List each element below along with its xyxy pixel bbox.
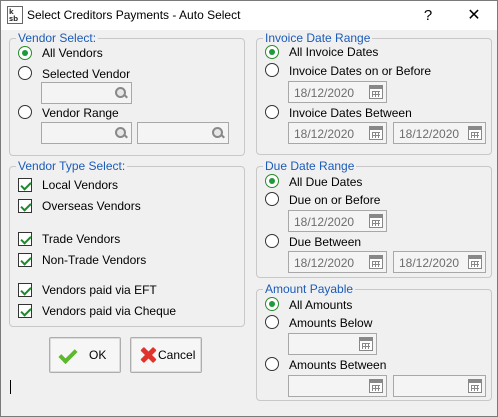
calendar-icon[interactable] [369, 255, 383, 269]
due-on-or-before-value: 18/12/2020 [294, 215, 355, 229]
amounts-below-field[interactable] [288, 333, 377, 355]
amounts-below-label: Amounts Below [289, 316, 373, 330]
due-on-or-before-radio[interactable] [265, 192, 279, 206]
invoice-between-label: Invoice Dates Between [289, 106, 412, 120]
amounts-below-radio[interactable] [265, 315, 279, 329]
due-between-from-value: 18/12/2020 [294, 256, 355, 270]
calendar-icon[interactable] [468, 255, 482, 269]
eft-vendors-checkbox[interactable] [18, 283, 32, 297]
calendar-icon[interactable] [369, 379, 383, 393]
all-amounts-radio[interactable] [265, 297, 279, 311]
magnifier-icon[interactable] [114, 86, 128, 100]
trade-vendors-checkbox[interactable] [18, 232, 32, 246]
due-between-to-date[interactable]: 18/12/2020 [393, 251, 486, 273]
selected-vendor-label: Selected Vendor [42, 67, 131, 81]
overseas-vendors-checkbox[interactable] [18, 199, 32, 213]
help-button[interactable]: ? [405, 1, 451, 30]
cheque-vendors-label: Vendors paid via Cheque [42, 304, 177, 318]
invoice-between-to-date[interactable]: 18/12/2020 [393, 122, 486, 144]
amount-payable-legend: Amount Payable [263, 282, 356, 296]
ok-button[interactable]: OK [49, 337, 121, 373]
invoice-between-radio[interactable] [265, 105, 279, 119]
invoice-on-or-before-radio[interactable] [265, 63, 279, 77]
amounts-between-label: Amounts Between [289, 358, 387, 372]
calendar-icon[interactable] [369, 214, 383, 228]
all-vendors-radio[interactable] [18, 46, 32, 60]
non-trade-vendors-label: Non-Trade Vendors [42, 253, 147, 267]
non-trade-vendors-checkbox[interactable] [18, 253, 32, 267]
calendar-icon[interactable] [369, 126, 383, 140]
vendor-range-to-field[interactable] [137, 122, 229, 144]
all-vendors-label: All Vendors [42, 46, 103, 60]
cross-icon [139, 346, 157, 364]
vendor-range-radio[interactable] [18, 105, 32, 119]
invoice-between-from-date[interactable]: 18/12/2020 [288, 122, 387, 144]
cancel-label: Cancel [158, 348, 196, 362]
all-amounts-label: All Amounts [289, 298, 353, 312]
invoice-on-or-before-label: Invoice Dates on or Before [289, 64, 432, 78]
vendor-range-from-field[interactable] [41, 122, 132, 144]
calendar-icon[interactable] [468, 379, 482, 393]
due-on-or-before-date[interactable]: 18/12/2020 [288, 210, 387, 232]
overseas-vendors-label: Overseas Vendors [42, 199, 141, 213]
calendar-icon[interactable] [359, 337, 373, 351]
local-vendors-checkbox[interactable] [18, 178, 32, 192]
selected-vendor-field[interactable] [41, 82, 132, 104]
invoice-date-legend: Invoice Date Range [263, 31, 373, 45]
calendar-icon[interactable] [369, 85, 383, 99]
due-date-legend: Due Date Range [263, 159, 357, 173]
invoice-between-from-value: 18/12/2020 [294, 127, 355, 141]
calendar-icon[interactable] [468, 126, 482, 140]
due-between-label: Due Between [289, 235, 362, 249]
amounts-between-radio[interactable] [265, 357, 279, 371]
invoice-on-or-before-date[interactable]: 18/12/2020 [288, 81, 387, 103]
vendor-select-legend: Vendor Select: [16, 31, 99, 45]
title-bar: k sb Select Creditors Payments - Auto Sel… [1, 1, 497, 30]
eft-vendors-label: Vendors paid via EFT [42, 283, 157, 297]
vendor-range-label: Vendor Range [42, 106, 119, 120]
due-between-radio[interactable] [265, 234, 279, 248]
local-vendors-label: Local Vendors [42, 178, 119, 192]
ok-label: OK [89, 348, 107, 362]
close-button[interactable]: ✕ [451, 1, 497, 30]
invoice-on-or-before-value: 18/12/2020 [294, 86, 355, 100]
trade-vendors-label: Trade Vendors [42, 232, 121, 246]
magnifier-icon[interactable] [211, 126, 225, 140]
vendor-type-legend: Vendor Type Select: [16, 159, 128, 173]
dialog-window: k sb Select Creditors Payments - Auto Sel… [0, 0, 498, 417]
amounts-between-to-field[interactable] [393, 375, 486, 397]
text-caret [10, 380, 11, 394]
amounts-between-from-field[interactable] [288, 375, 387, 397]
svg-text:sb: sb [9, 15, 18, 23]
all-due-dates-radio[interactable] [265, 174, 279, 188]
checkmark-icon [58, 346, 76, 364]
invoice-between-to-value: 18/12/2020 [399, 127, 460, 141]
cancel-button[interactable]: Cancel [130, 337, 202, 373]
all-invoice-dates-radio[interactable] [265, 45, 279, 59]
all-invoice-dates-label: All Invoice Dates [289, 45, 379, 59]
due-between-from-date[interactable]: 18/12/2020 [288, 251, 387, 273]
selected-vendor-radio[interactable] [18, 66, 32, 80]
all-due-dates-label: All Due Dates [289, 175, 363, 189]
due-between-to-value: 18/12/2020 [399, 256, 460, 270]
window-title: Select Creditors Payments - Auto Select [27, 8, 241, 22]
magnifier-icon[interactable] [114, 126, 128, 140]
due-on-or-before-label: Due on or Before [289, 193, 381, 207]
cheque-vendors-checkbox[interactable] [18, 304, 32, 318]
app-icon: k sb [7, 6, 23, 24]
